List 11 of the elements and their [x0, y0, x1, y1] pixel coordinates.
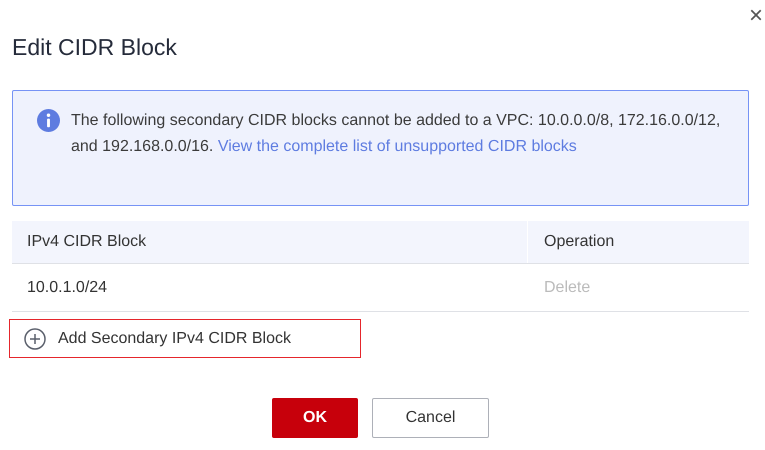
dialog-title: Edit CIDR Block: [12, 33, 178, 62]
table-cell-text: 10.0.1.0/24: [26, 278, 108, 298]
add-cidr-button[interactable]: Add Secondary IPv4 CIDR Block: [9, 319, 361, 358]
plus-circle-icon: [24, 328, 46, 350]
info-icon: [37, 109, 60, 132]
cancel-button[interactable]: Cancel: [372, 398, 489, 438]
ok-button[interactable]: OK: [272, 398, 358, 438]
column-header: Operation: [543, 232, 614, 252]
close-button[interactable]: ×: [748, 4, 763, 28]
info-message: The following secondary CIDR blocks cannot be added to a VPC: 10.0.0.0/8, 172.16.0.0/12, and 192.168.0.0/16. View the complete list of unsupported CIDR blocks: [71, 111, 722, 157]
column-header: IPv4 CIDR Block: [12, 221, 528, 263]
